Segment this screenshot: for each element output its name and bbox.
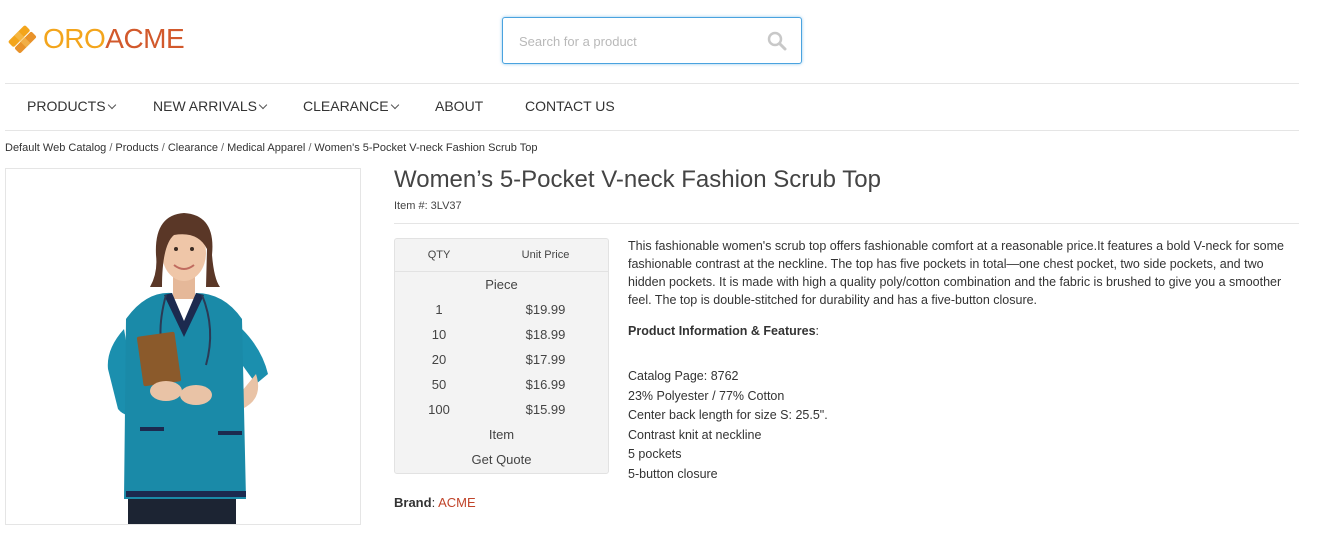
feature-item: 5-button closure — [628, 466, 718, 481]
nav-item-new-arrivals[interactable]: NEW ARRIVALS — [153, 84, 268, 130]
price-row: 50 $16.99 — [395, 372, 608, 397]
breadcrumb-separator: / — [109, 142, 113, 154]
brand-label: Brand — [394, 495, 432, 510]
breadcrumb-current: Women's 5-Pocket V-neck Fashion Scrub To… — [314, 142, 538, 154]
price-row-price: $15.99 — [525, 402, 566, 417]
price-row-qty: 1 — [435, 302, 443, 317]
item-number: Item #: 3LV37 — [394, 200, 462, 212]
logo-text-oro: ORO — [43, 23, 106, 54]
feature-item: Center back length for size S: 25.5". — [628, 408, 828, 422]
breadcrumb-link[interactable]: Products — [115, 142, 158, 154]
breadcrumb-separator: / — [308, 142, 312, 154]
chevron-down-icon — [258, 100, 268, 110]
price-row: 20 $17.99 — [395, 347, 608, 372]
breadcrumb: Default Web Catalog / Products / Clearance / M… — [5, 142, 537, 154]
features-list: Catalog Page: 8762 23% Polyester / 77% C… — [628, 367, 828, 484]
feature-item: Catalog Page: 8762 — [628, 369, 739, 383]
price-row-price: $16.99 — [525, 377, 566, 392]
title-divider — [394, 223, 1299, 224]
breadcrumb-link[interactable]: Default Web Catalog — [5, 142, 106, 154]
brand-link[interactable]: ACME — [438, 495, 476, 510]
logo-text: OROACME — [43, 22, 185, 56]
price-row: 10 $18.99 — [395, 322, 608, 347]
nav-item-contact-us[interactable]: CONTACT US — [525, 84, 615, 130]
search-icon[interactable] — [767, 31, 787, 51]
get-quote-link[interactable]: Get Quote — [395, 447, 608, 472]
search-box — [502, 17, 802, 64]
feature-item: Contrast knit at neckline — [628, 427, 762, 442]
price-row: 1 $19.99 — [395, 297, 608, 322]
features-heading: Product Information & Features: — [628, 324, 819, 338]
price-row-price: $18.99 — [525, 327, 566, 342]
price-table-header: QTY Unit Price — [395, 239, 608, 272]
chevron-down-icon — [390, 100, 399, 110]
nav-divider — [5, 130, 1299, 131]
breadcrumb-separator: / — [221, 142, 225, 154]
nav-item-label: NEW ARRIVALS — [153, 98, 257, 114]
price-row-qty: 100 — [428, 402, 450, 417]
nav-item-label: CLEARANCE — [303, 98, 389, 114]
nav-item-label: ABOUT — [435, 98, 484, 114]
product-image[interactable] — [5, 168, 361, 525]
price-row-price: $17.99 — [525, 352, 566, 367]
chevron-down-icon — [107, 100, 116, 110]
unit-label-item: Item — [488, 427, 515, 442]
search-input[interactable] — [519, 30, 759, 52]
feature-item: 5 pockets — [628, 447, 682, 461]
price-row: 100 $15.99 — [395, 397, 608, 422]
nav-item-label: CONTACT US — [525, 98, 615, 114]
logo-text-acme: ACME — [105, 23, 185, 54]
unit-price-header: Unit Price — [521, 249, 570, 261]
product-title: Women’s 5-Pocket V-neck Fashion Scrub To… — [394, 166, 881, 193]
breadcrumb-link[interactable]: Medical Apparel — [227, 142, 305, 154]
price-row-qty: 10 — [431, 327, 447, 342]
price-row-price: $19.99 — [525, 302, 566, 317]
qty-header: QTY — [427, 249, 451, 261]
nav-item-products[interactable]: PRODUCTS — [27, 84, 116, 130]
features-heading-colon: : — [815, 324, 820, 338]
main-nav: PRODUCTS NEW ARRIVALS CLEARANCE ABOUT CO… — [0, 84, 1299, 130]
logo[interactable]: OROACME — [5, 22, 185, 56]
logo-mark-icon — [5, 22, 39, 56]
unit-label: Piece — [485, 277, 518, 292]
price-row-qty: 50 — [431, 377, 447, 392]
feature-item: 23% Polyester / 77% Cotton — [628, 388, 785, 403]
nav-item-clearance[interactable]: CLEARANCE — [303, 84, 399, 130]
product-photo — [107, 213, 268, 524]
price-table: QTY Unit Price Piece 1 $19.99 10 $18.99 … — [394, 238, 609, 474]
price-row-qty: 20 — [431, 352, 447, 367]
nav-item-about[interactable]: ABOUT — [435, 84, 483, 130]
breadcrumb-separator: / — [161, 142, 165, 154]
brand: Brand: ACME — [394, 495, 476, 510]
features-heading-text: Product Information & Features — [628, 324, 816, 338]
nav-item-label: PRODUCTS — [27, 98, 106, 114]
product-description: This fashionable women's scrub top offer… — [628, 239, 1284, 307]
brand-colon: : — [431, 495, 436, 510]
breadcrumb-link[interactable]: Clearance — [168, 142, 218, 154]
